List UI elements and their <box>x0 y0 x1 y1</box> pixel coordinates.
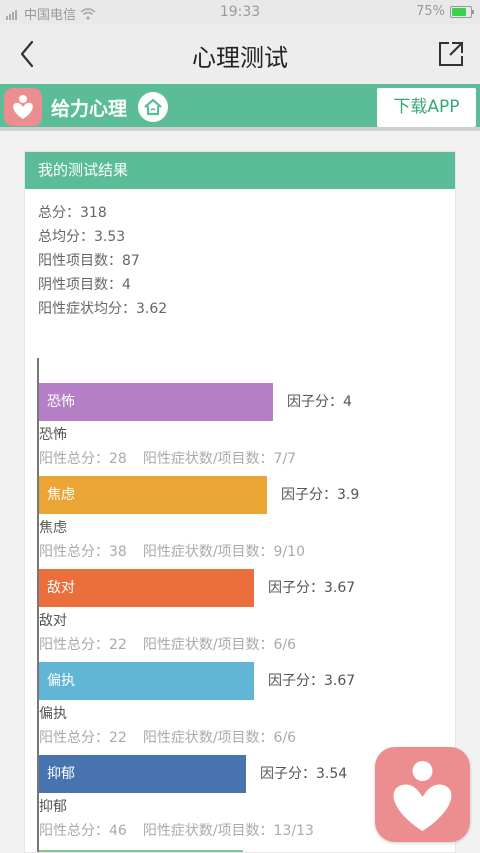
factor-row: 偏执 因子分：3.67 偏执 阳性总分：22 阳性症状数/项目数：6/6 <box>39 637 455 746</box>
status-bar: 中国电信 19:33 75% <box>0 0 480 24</box>
battery-fill <box>452 7 466 16</box>
positive-item-count: 阳性项目数：87 <box>38 253 140 269</box>
negative-item-count: 阴性项目数：4 <box>38 277 131 293</box>
factor-score: 因子分：4 <box>287 394 352 410</box>
status-time: 19:33 <box>219 4 261 20</box>
positive-symptom-average: 阳性症状均分：3.62 <box>38 301 168 317</box>
factor-score: 因子分：3.67 <box>268 673 356 689</box>
battery-icon <box>450 5 474 18</box>
heart-person-icon[interactable] <box>375 747 470 842</box>
factor-bar: 抑郁 <box>39 755 246 793</box>
factor-bar: 偏执 <box>39 662 254 700</box>
factor-row: 恐怖 因子分：4 恐怖 阳性总分：28 阳性症状数/项目数：7/7 <box>39 358 455 467</box>
factor-score: 因子分：3.67 <box>268 580 356 596</box>
page-title: 心理测试 <box>192 44 288 72</box>
total-score: 总分：318 <box>38 205 107 221</box>
battery-percent: 75% <box>416 4 445 19</box>
factor-positive-total: 阳性总分：46 <box>39 823 127 839</box>
factor-score: 因子分：3.9 <box>281 487 360 503</box>
factor-row: 敌对 因子分：3.67 敌对 阳性总分：22 阳性症状数/项目数：6/6 <box>39 544 455 653</box>
factor-bar: 焦虑 <box>39 476 267 514</box>
app-banner: 给力心理 下载APP <box>0 84 480 131</box>
average-score: 总均分：3.53 <box>38 229 126 245</box>
factor-row: 焦虑 因子分：3.9 焦虑 阳性总分：38 阳性症状数/项目数：9/10 <box>39 451 455 560</box>
status-right: 75% <box>416 4 474 19</box>
app-logo-icon <box>4 88 42 126</box>
card-header: 我的测试结果 <box>25 152 455 189</box>
app-name: 给力心理 <box>51 98 128 120</box>
home-icon[interactable] <box>138 92 168 122</box>
factor-name: 抑郁 <box>39 799 67 815</box>
factor-score: 因子分：3.54 <box>260 766 348 782</box>
download-app-button[interactable]: 下载APP <box>377 88 476 127</box>
factor-bar: 敌对 <box>39 569 254 607</box>
factor-bar: 恐怖 <box>39 383 273 421</box>
factor-name: 恐怖 <box>39 427 67 443</box>
factor-name: 偏执 <box>39 706 67 722</box>
factor-ratio: 阳性症状数/项目数：13/13 <box>142 823 314 839</box>
nav-bar: 心理测试 <box>0 24 480 84</box>
factor-name: 焦虑 <box>39 520 67 536</box>
summary-list: 总分：318 总均分：3.53 阳性项目数：87 阴性项目数：4 阳性症状均分：… <box>25 189 455 321</box>
factor-detail: 阳性总分：46 阳性症状数/项目数：13/13 <box>39 820 314 840</box>
factor-name: 敌对 <box>39 613 67 629</box>
share-icon[interactable] <box>436 39 466 69</box>
